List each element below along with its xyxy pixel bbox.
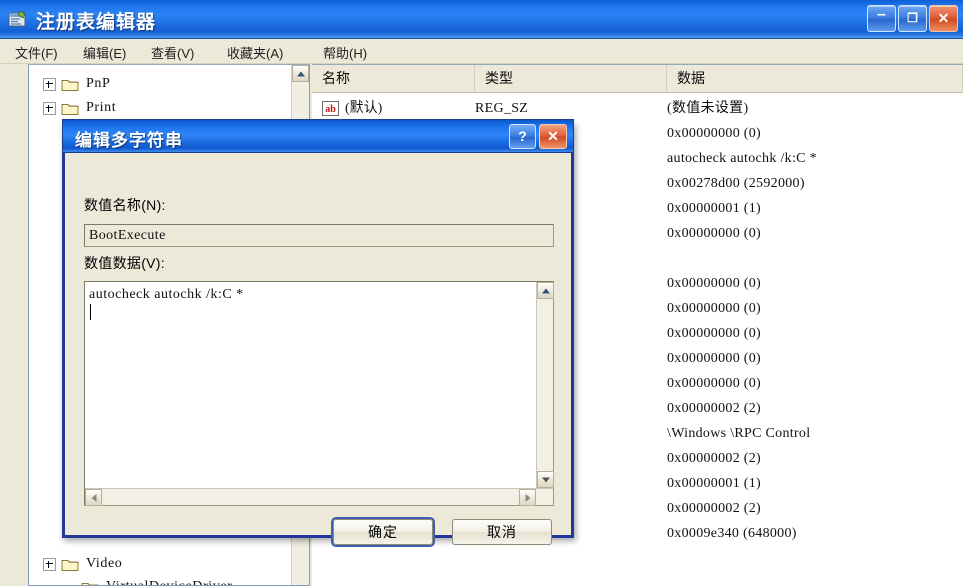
value-data-cell: 0x00000001 (1) [667,201,762,216]
close-button[interactable]: ✕ [929,5,958,32]
value-data-cell: \Windows \RPC Control [667,426,811,441]
value-data-cell: 0x00000002 (2) [667,501,762,516]
tree-item-pnp[interactable]: PnP [43,73,110,95]
value-data-text: autocheck autochk /k:C * [89,287,244,302]
folder-icon [61,79,79,91]
column-header-1[interactable]: 类型 [475,65,667,92]
value-data-cell: autocheck autochk /k:C * [667,151,817,166]
main-titlebar[interactable]: 注册表编辑器 – ❐ ✕ [0,0,963,39]
value-name-label: 数值名称(N): [84,197,166,213]
chevron-right-icon [525,493,530,502]
value-data-cell: 0x00000000 (0) [667,351,762,366]
value-data-cell: 0x00000000 (0) [667,376,762,391]
ok-button[interactable]: 确定 [333,519,433,545]
value-type-cell: REG_SZ [475,101,529,116]
svg-text:ab: ab [325,104,336,115]
folder-icon [61,559,79,571]
scroll-left-button[interactable] [85,489,102,506]
minimize-icon: – [877,6,886,23]
scroll-down-button[interactable] [537,471,554,488]
textarea-vertical-scrollbar[interactable] [536,282,554,505]
value-data-cell: 0x00000000 (0) [667,126,762,141]
chevron-down-icon [541,477,550,482]
value-data-textarea[interactable]: autocheck autochk /k:C * [84,281,554,506]
menu-item-1[interactable]: 编辑(E) [78,41,131,64]
text-caret [90,304,91,320]
menu-item-0[interactable]: 文件(F) [10,41,63,64]
chevron-up-icon [541,288,550,293]
value-data-cell: 0x00000000 (0) [667,226,762,241]
tree-item-label: Video [86,556,123,571]
question-mark-icon: ? [518,128,527,144]
main-window-frame: 注册表编辑器 – ❐ ✕ 文件(F) 编辑(E) 查看(V) 收藏夹(A) 帮助(H) … [0,0,963,586]
ab-string-icon: ab [322,101,339,116]
tree-item-label: VirtualDeviceDriver [106,579,232,585]
dialog-title: 编辑多字符串 [75,131,183,150]
value-name-text: (默认) [345,101,383,116]
tree-item-virtualdevicedriver[interactable]: VirtualDeviceDriver [65,576,232,585]
table-row[interactable]: ab (默认) REG_SZ (数值未设置) [312,96,963,121]
value-data-cell: 0x00000001 (1) [667,476,762,491]
value-data-cell: (数值未设置) [667,101,749,116]
value-data-cell: 0x00278d00 (2592000) [667,176,805,191]
maximize-button[interactable]: ❐ [898,5,927,32]
edit-multi-string-dialog: 编辑多字符串 ? ✕ 数值名称(N): BootExecute 数值数据(V):… [62,119,574,545]
registry-editor-icon [8,10,26,27]
value-data-cell: 0x00000000 (0) [667,276,762,291]
menu-item-4[interactable]: 帮助(H) [318,41,372,64]
help-button[interactable]: ? [509,124,536,149]
close-icon: ✕ [547,128,559,144]
value-data-cell: 0x00000000 (0) [667,301,762,316]
expand-toggle-icon[interactable] [43,101,56,115]
value-data-cell: 0x00000000 (0) [667,326,762,341]
close-icon: ✕ [937,10,950,26]
scroll-up-button[interactable] [537,282,554,299]
menu-item-3[interactable]: 收藏夹(A) [222,41,288,64]
textarea-horizontal-scrollbar[interactable] [85,488,553,506]
maximize-icon: ❐ [907,11,918,25]
value-name-input[interactable]: BootExecute [84,224,554,247]
tree-item-print[interactable]: Print [43,97,116,119]
list-column-header[interactable]: 名称 类型 数据 [312,65,963,93]
folder-icon [61,103,79,115]
tree-item-label: Print [86,100,117,115]
value-data-cell: 0x00000002 (2) [667,451,762,466]
caption-button-group: – ❐ ✕ [867,5,958,32]
value-name-cell: ab (默认) [322,96,382,121]
scroll-right-button[interactable] [519,489,536,506]
column-header-0[interactable]: 名称 [312,65,475,92]
expand-toggle-icon[interactable] [43,557,56,571]
folder-icon [81,582,99,585]
chevron-left-icon [91,493,96,502]
cancel-button[interactable]: 取消 [452,519,552,545]
value-data-cell: 0x0009e340 (648000) [667,526,797,541]
tree-item-video[interactable]: Video [43,553,122,575]
window-title: 注册表编辑器 [36,12,157,33]
tree-item-label: PnP [86,76,111,91]
dialog-body: 数值名称(N): BootExecute 数值数据(V): autocheck … [65,153,571,545]
menu-bar: 文件(F) 编辑(E) 查看(V) 收藏夹(A) 帮助(H) [0,39,963,64]
column-header-2[interactable]: 数据 [667,65,963,92]
menu-item-2[interactable]: 查看(V) [146,41,199,64]
registry-editor-window: 注册表编辑器 – ❐ ✕ 文件(F) 编辑(E) 查看(V) 收藏夹(A) 帮助(H) … [0,0,963,586]
minimize-button[interactable]: – [867,5,896,32]
dialog-titlebar[interactable]: 编辑多字符串 ? ✕ [62,119,574,153]
value-data-cell: 0x00000002 (2) [667,401,762,416]
chevron-up-icon [296,71,305,76]
dialog-close-button[interactable]: ✕ [539,124,567,149]
dialog-caption-buttons: ? ✕ [509,124,567,149]
tree-scroll-up-button[interactable] [292,65,309,82]
value-data-label: 数值数据(V): [84,255,165,271]
expand-toggle-icon[interactable] [43,77,56,91]
